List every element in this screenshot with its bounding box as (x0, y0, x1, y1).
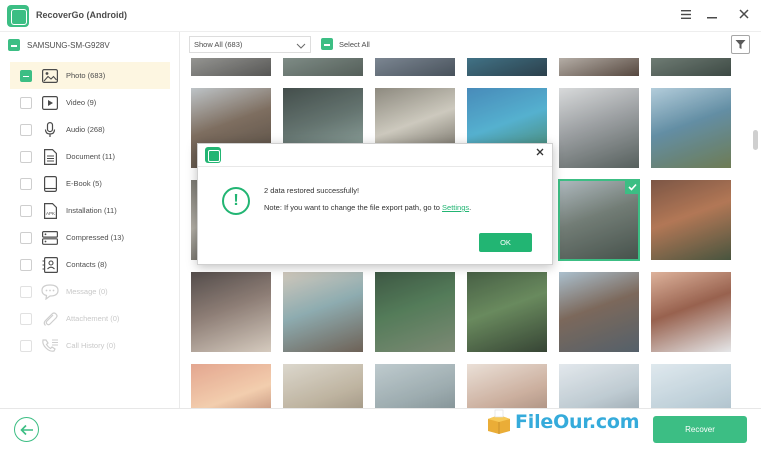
dialog-logo-icon (205, 147, 221, 163)
dialog-note-suffix: . (469, 203, 472, 212)
dialog-note: Note: If you want to change the file exp… (264, 203, 471, 212)
dialog-divider (198, 166, 552, 167)
dialog-message: 2 data restored successfully! (264, 186, 360, 195)
ok-button[interactable]: OK (479, 233, 532, 252)
exclamation-circle-icon: ! (222, 187, 250, 215)
restore-success-dialog: ! 2 data restored successfully! Note: If… (197, 143, 553, 265)
settings-link[interactable]: Settings (442, 203, 469, 212)
dialog-note-prefix: Note: If you want to change the file exp… (264, 203, 443, 212)
close-icon[interactable] (534, 148, 546, 160)
